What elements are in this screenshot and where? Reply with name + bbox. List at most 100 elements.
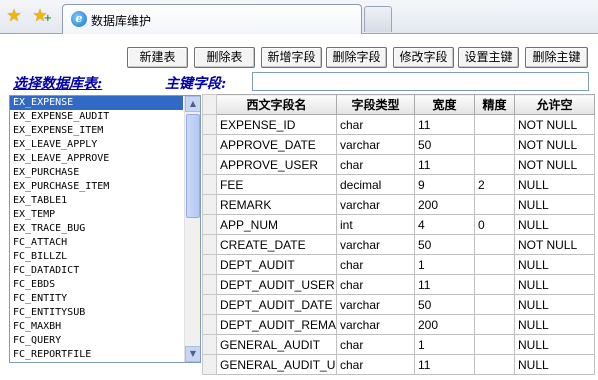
- nullable-cell[interactable]: NULL: [514, 334, 595, 355]
- precision-cell[interactable]: [474, 154, 515, 175]
- table-list-item[interactable]: EX_LEAVE_APPROVE: [10, 152, 200, 166]
- nullable-cell[interactable]: NULL: [514, 254, 595, 275]
- width-cell[interactable]: 50: [414, 294, 475, 315]
- table-list-item[interactable]: EX_EXPENSE_AUDIT: [10, 110, 200, 124]
- field-name-cell[interactable]: GENERAL_AUDIT_USER: [216, 354, 337, 375]
- table-list-item[interactable]: FC_QUERY: [10, 334, 200, 348]
- scroll-thumb[interactable]: [186, 114, 200, 218]
- grid-row[interactable]: CREATE_DATE varchar 50 NOT NULL: [202, 234, 595, 255]
- nullable-cell[interactable]: NOT NULL: [514, 134, 595, 155]
- favorites-star-icon[interactable]: ★: [4, 6, 24, 26]
- table-list-item[interactable]: FC_ENTITYSUB: [10, 306, 200, 320]
- precision-cell[interactable]: 0: [474, 214, 515, 235]
- precision-cell[interactable]: [474, 354, 515, 375]
- field-type-cell[interactable]: char: [336, 354, 415, 375]
- nullable-cell[interactable]: NULL: [514, 274, 595, 295]
- width-cell[interactable]: 1: [414, 334, 475, 355]
- grid-row[interactable]: FEE decimal 9 2 NULL: [202, 174, 595, 195]
- field-type-cell[interactable]: varchar: [336, 314, 415, 335]
- nullable-cell[interactable]: NOT NULL: [514, 234, 595, 255]
- scroll-down-arrow-icon[interactable]: ▼: [185, 346, 200, 362]
- column-header-nullable[interactable]: 允许空: [514, 94, 595, 115]
- width-cell[interactable]: 1: [414, 254, 475, 275]
- table-list-item[interactable]: EX_TRACE_BUG: [10, 222, 200, 236]
- new-tab-button[interactable]: [364, 6, 392, 32]
- row-header[interactable]: [202, 114, 217, 135]
- grid-row[interactable]: GENERAL_AUDIT char 1 NULL: [202, 334, 595, 355]
- width-cell[interactable]: 50: [414, 234, 475, 255]
- precision-cell[interactable]: [474, 114, 515, 135]
- row-header[interactable]: [202, 354, 217, 375]
- field-name-cell[interactable]: CREATE_DATE: [216, 234, 337, 255]
- table-list-item[interactable]: EX_TEMP: [10, 208, 200, 222]
- table-list-item[interactable]: FC_BILLZL: [10, 250, 200, 264]
- nullable-cell[interactable]: NOT NULL: [514, 114, 595, 135]
- table-list-item[interactable]: FC_EBDS: [10, 278, 200, 292]
- row-header[interactable]: [202, 154, 217, 175]
- new-table-button[interactable]: 新建表: [127, 47, 188, 68]
- field-type-cell[interactable]: char: [336, 254, 415, 275]
- column-header-precision[interactable]: 精度: [474, 94, 515, 115]
- width-cell[interactable]: 11: [414, 354, 475, 375]
- add-favorite-icon[interactable]: ★ +: [30, 6, 52, 26]
- field-type-cell[interactable]: varchar: [336, 234, 415, 255]
- precision-cell[interactable]: [474, 274, 515, 295]
- field-name-cell[interactable]: APPROVE_DATE: [216, 134, 337, 155]
- table-list-item[interactable]: EX_TABLE1: [10, 194, 200, 208]
- browser-tab[interactable]: e 数据库维护: [62, 4, 362, 34]
- field-name-cell[interactable]: GENERAL_AUDIT: [216, 334, 337, 355]
- set-primary-key-button[interactable]: 设置主键: [458, 47, 519, 68]
- row-header[interactable]: [202, 294, 217, 315]
- width-cell[interactable]: 9: [414, 174, 475, 195]
- field-name-cell[interactable]: DEPT_AUDIT: [216, 254, 337, 275]
- field-type-cell[interactable]: char: [336, 274, 415, 295]
- row-header[interactable]: [202, 234, 217, 255]
- table-list-item[interactable]: FC_REPORTFILE: [10, 348, 200, 362]
- modify-field-button[interactable]: 修改字段: [393, 47, 454, 68]
- row-header[interactable]: [202, 174, 217, 195]
- column-header-width[interactable]: 宽度: [414, 94, 475, 115]
- field-type-cell[interactable]: int: [336, 214, 415, 235]
- table-list-item[interactable]: EX_EXPENSE: [10, 96, 183, 110]
- delete-primary-key-button[interactable]: 删除主键: [525, 47, 588, 68]
- field-name-cell[interactable]: REMARK: [216, 194, 337, 215]
- grid-row[interactable]: DEPT_AUDIT_USER char 11 NULL: [202, 274, 595, 295]
- nullable-cell[interactable]: NULL: [514, 194, 595, 215]
- width-cell[interactable]: 50: [414, 134, 475, 155]
- nullable-cell[interactable]: NULL: [514, 314, 595, 335]
- table-list-item[interactable]: EX_PURCHASE: [10, 166, 200, 180]
- field-name-cell[interactable]: DEPT_AUDIT_DATE: [216, 294, 337, 315]
- delete-field-button[interactable]: 删除字段: [326, 47, 387, 68]
- add-field-button[interactable]: 新增字段: [261, 47, 322, 68]
- precision-cell[interactable]: [474, 194, 515, 215]
- width-cell[interactable]: 4: [414, 214, 475, 235]
- row-header[interactable]: [202, 314, 217, 335]
- field-name-cell[interactable]: EXPENSE_ID: [216, 114, 337, 135]
- table-list-item[interactable]: EX_PURCHASE_ITEM: [10, 180, 200, 194]
- grid-row[interactable]: APPROVE_DATE varchar 50 NOT NULL: [202, 134, 595, 155]
- grid-row[interactable]: DEPT_AUDIT_REMARKvarchar200 NULL: [202, 314, 595, 335]
- nullable-cell[interactable]: NULL: [514, 214, 595, 235]
- field-name-cell[interactable]: FEE: [216, 174, 337, 195]
- table-list-item[interactable]: FC_MAXBH: [10, 320, 200, 334]
- field-type-cell[interactable]: varchar: [336, 194, 415, 215]
- table-listbox[interactable]: EX_EXPENSE EX_EXPENSE_AUDIT EX_EXPENSE_ITE…: [9, 95, 201, 363]
- nullable-cell[interactable]: NULL: [514, 294, 595, 315]
- field-type-cell[interactable]: char: [336, 154, 415, 175]
- table-list-item[interactable]: EX_LEAVE_APPLY: [10, 138, 200, 152]
- row-header[interactable]: [202, 334, 217, 355]
- table-list-item[interactable]: FC_ENTITY: [10, 292, 200, 306]
- grid-row[interactable]: GENERAL_AUDIT_USERchar11 NULL: [202, 354, 595, 375]
- row-header[interactable]: [202, 254, 217, 275]
- field-type-cell[interactable]: varchar: [336, 134, 415, 155]
- field-name-cell[interactable]: DEPT_AUDIT_USER: [216, 274, 337, 295]
- grid-row[interactable]: APP_NUM int 4 0 NULL: [202, 214, 595, 235]
- width-cell[interactable]: 11: [414, 154, 475, 175]
- primary-key-input[interactable]: [252, 72, 589, 91]
- field-type-cell[interactable]: varchar: [336, 294, 415, 315]
- grid-row[interactable]: REMARK varchar 200 NULL: [202, 194, 595, 215]
- width-cell[interactable]: 200: [414, 194, 475, 215]
- field-type-cell[interactable]: char: [336, 114, 415, 135]
- grid-row[interactable]: EXPENSE_ID char 11 NOT NULL: [202, 114, 595, 135]
- grid-row[interactable]: APPROVE_USER char 11 NOT NULL: [202, 154, 595, 175]
